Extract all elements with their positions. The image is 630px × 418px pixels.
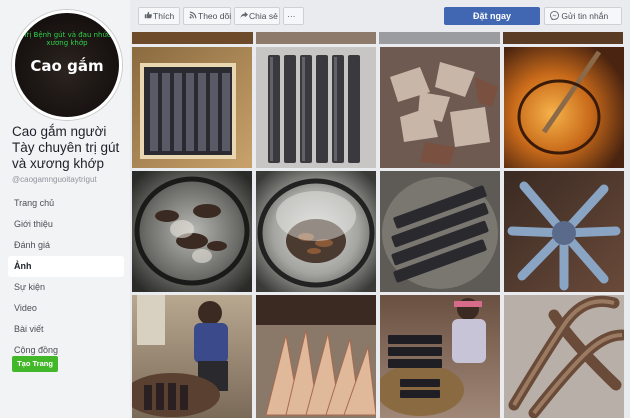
photo-image bbox=[508, 295, 624, 418]
thumbs-up-icon bbox=[143, 9, 153, 25]
previous-photos-row bbox=[132, 32, 623, 44]
photo-image bbox=[140, 63, 236, 159]
like-label: Thích bbox=[153, 11, 175, 21]
photo-image bbox=[382, 177, 498, 289]
photo-thumbnail-partial[interactable] bbox=[379, 32, 500, 44]
profile-picture[interactable]: Trị Bệnh gút và đau nhức xương khớp Cao … bbox=[12, 10, 122, 120]
share-icon bbox=[239, 9, 249, 25]
photo-thumbnail[interactable] bbox=[380, 171, 500, 292]
nav-item-events[interactable]: Sự kiện bbox=[8, 277, 124, 298]
photo-thumbnail[interactable] bbox=[132, 47, 252, 168]
photo-thumbnail[interactable] bbox=[256, 295, 376, 418]
photo-thumbnail-partial[interactable] bbox=[255, 32, 376, 44]
photo-thumbnail[interactable] bbox=[256, 47, 376, 168]
send-message-label: Gửi tin nhắn bbox=[561, 11, 609, 21]
photo-thumbnail[interactable] bbox=[504, 171, 624, 292]
photo-image bbox=[390, 62, 498, 165]
follow-button[interactable]: Theo dõi bbox=[183, 7, 231, 25]
follow-label: Theo dõi bbox=[198, 11, 232, 21]
rss-icon bbox=[188, 9, 198, 25]
photo-image bbox=[132, 295, 228, 417]
photo-grid bbox=[132, 32, 624, 418]
page-nav: Trang chủ Giới thiệu Đánh giá Ảnh Sự kiệ… bbox=[8, 193, 124, 361]
nav-item-photos[interactable]: Ảnh bbox=[8, 256, 124, 277]
photo-thumbnail-partial[interactable] bbox=[502, 32, 623, 44]
photo-thumbnail[interactable] bbox=[380, 295, 500, 418]
create-page-button[interactable]: Tạo Trang bbox=[12, 356, 58, 372]
photo-thumbnail[interactable] bbox=[380, 47, 500, 168]
share-button[interactable]: Chia sẻ bbox=[234, 7, 280, 25]
page-title[interactable]: Cao gắm người Tày chuyên trị gút và xươn… bbox=[12, 124, 128, 172]
photo-thumbnail[interactable] bbox=[504, 47, 624, 168]
photo-thumbnail-partial[interactable] bbox=[132, 32, 253, 44]
photo-image bbox=[380, 298, 486, 416]
profile-logo-text: Cao gắm bbox=[30, 57, 104, 75]
nav-item-videos[interactable]: Video bbox=[8, 298, 124, 319]
photo-image bbox=[256, 295, 376, 416]
nav-item-reviews[interactable]: Đánh giá bbox=[8, 235, 124, 256]
messenger-icon bbox=[549, 10, 561, 21]
profile-overlay-text: Trị Bệnh gút và đau nhức xương khớp bbox=[23, 31, 111, 47]
photo-image bbox=[268, 55, 360, 163]
page-handle[interactable]: @caogamnguoitaytrigut bbox=[12, 175, 97, 184]
like-button[interactable]: Thích bbox=[138, 7, 180, 25]
photo-thumbnail[interactable] bbox=[504, 295, 624, 418]
nav-item-posts[interactable]: Bài viết bbox=[8, 319, 124, 340]
more-options-label: ··· bbox=[287, 11, 296, 21]
photo-thumbnail[interactable] bbox=[132, 171, 252, 292]
send-message-button[interactable]: Gửi tin nhắn bbox=[544, 7, 622, 25]
photo-image bbox=[257, 178, 375, 288]
photo-image bbox=[134, 176, 250, 286]
nav-item-home[interactable]: Trang chủ bbox=[8, 193, 124, 214]
book-now-button[interactable]: Đặt ngay bbox=[444, 7, 540, 25]
page-action-bar: Thích Theo dõi Chia sẻ ··· Đặt ngay Gửi … bbox=[130, 0, 630, 32]
share-label: Chia sẻ bbox=[249, 11, 278, 21]
more-options-button[interactable]: ··· bbox=[283, 7, 304, 25]
photo-thumbnail[interactable] bbox=[256, 171, 376, 292]
page-sidebar: Trị Bệnh gút và đau nhức xương khớp Cao … bbox=[0, 0, 130, 418]
photo-image bbox=[517, 50, 602, 155]
nav-item-about[interactable]: Giới thiệu bbox=[8, 214, 124, 235]
photo-image bbox=[507, 181, 621, 291]
photo-thumbnail[interactable] bbox=[132, 295, 252, 418]
